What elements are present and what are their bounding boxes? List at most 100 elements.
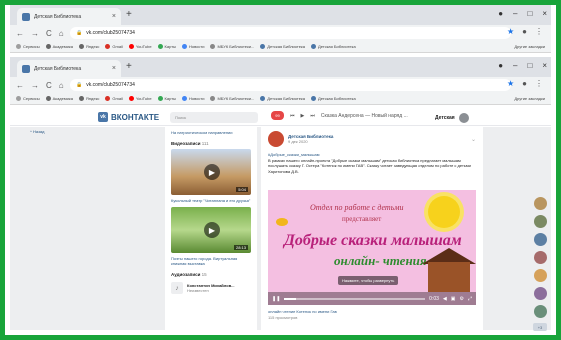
profile-icon[interactable]: ● <box>522 79 527 88</box>
video-thumbnail[interactable]: ▶ 5:04 <box>171 149 251 195</box>
notifications-icon[interactable]: 99 <box>271 111 284 120</box>
more-chats-badge[interactable]: +3 <box>533 323 547 331</box>
address-bar-row: ← → C ⌂ 🔒 vk.com/club25074734 ★ ● ⋮ <box>10 25 551 41</box>
bookmark-item[interactable]: Карты <box>157 44 176 50</box>
back-icon[interactable]: ← <box>16 29 24 38</box>
video-thumbnail[interactable]: ▶ 28:13 <box>171 207 251 253</box>
play-icon[interactable]: ▶ <box>204 222 220 238</box>
bookmark-item[interactable]: Яндекс <box>78 96 99 102</box>
bookmark-item[interactable]: Новости <box>181 96 204 102</box>
bookmark-item[interactable]: Сервисы <box>16 44 40 50</box>
browser-tab[interactable]: Детская Библиотека × <box>17 60 121 77</box>
vk-logo[interactable]: vk ВКОНТАКТЕ <box>98 112 159 122</box>
bookmark-item[interactable]: Детская Библиотека <box>310 44 356 50</box>
play-icon[interactable]: ▶ <box>301 113 305 119</box>
forward-icon[interactable]: → <box>31 29 39 38</box>
audio-item[interactable]: ♪ Константин Михайлов... Неизвестен <box>165 280 257 296</box>
video-title[interactable]: Кукольный театр "Читаплана и его друзья" <box>165 195 257 207</box>
user-menu[interactable]: Детская <box>435 113 469 123</box>
window-controls: ● – □ × <box>498 61 547 70</box>
other-bookmarks[interactable]: Другие закладки <box>514 44 545 49</box>
avatar[interactable] <box>533 197 547 210</box>
bookmark-item[interactable]: Академика <box>45 96 73 102</box>
avatar[interactable] <box>533 305 547 318</box>
bookmark-item[interactable]: Детская Библиотека <box>260 96 305 102</box>
avatar[interactable] <box>533 287 547 300</box>
bookmark-item[interactable]: YouTube <box>128 96 152 102</box>
bookmark-item[interactable]: Яндекс <box>78 44 99 50</box>
reload-icon[interactable]: C <box>46 29 52 38</box>
bookmarks-bar: Сервисы Академика Яндекс Gmail YouTube К… <box>10 93 551 105</box>
bookmark-item[interactable]: Новости <box>181 44 204 50</box>
hashtag[interactable]: #Добрые_сказки_малышам <box>268 152 319 157</box>
bookmark-item[interactable]: Академика <box>45 44 73 50</box>
minimize-icon[interactable]: – <box>513 9 517 18</box>
bookmark-item[interactable]: YouTube <box>128 44 152 50</box>
close-window-icon[interactable]: × <box>542 61 547 70</box>
prev-track-icon[interactable]: ⏮ <box>290 113 295 119</box>
post-video[interactable]: Отдел по работе с детьми представляет До… <box>268 190 476 305</box>
back-link[interactable]: ^ Назад <box>30 129 44 134</box>
new-tab-icon[interactable]: + <box>126 61 132 72</box>
home-icon[interactable]: ⌂ <box>59 81 64 90</box>
url-field[interactable]: 🔒 vk.com/club25074734 <box>70 27 511 39</box>
avatar[interactable] <box>533 233 547 246</box>
more-icon[interactable]: ⌄ <box>471 136 476 143</box>
vk-favicon-icon <box>22 64 30 73</box>
record-icon[interactable]: ● <box>498 61 503 70</box>
fullscreen-icon[interactable]: ⤢ <box>468 296 472 302</box>
avatar[interactable] <box>268 131 284 147</box>
browser-tab[interactable]: Детская Библиотека × <box>17 8 121 25</box>
bookmark-item[interactable]: МБУК Библиотеки... <box>210 44 254 50</box>
bookmarks-bar: Сервисы Академика Яндекс Gmail YouTube К… <box>10 41 551 53</box>
play-icon[interactable]: ▶ <box>204 164 220 180</box>
home-icon[interactable]: ⌂ <box>59 29 64 38</box>
videos-header[interactable]: Видеозаписи 111 <box>165 135 257 149</box>
maximize-icon[interactable]: □ <box>527 61 532 70</box>
new-tab-icon[interactable]: + <box>126 9 132 20</box>
pause-icon[interactable]: ❚❚ <box>272 296 280 302</box>
menu-icon[interactable]: ⋮ <box>535 27 543 36</box>
next-track-icon[interactable]: ⏭ <box>310 113 315 119</box>
reload-icon[interactable]: C <box>46 81 52 90</box>
star-icon[interactable]: ★ <box>507 79 514 88</box>
sidebar-top-text[interactable]: На патриотическом направлении <box>165 127 257 135</box>
pip-icon[interactable]: ▣ <box>451 296 456 302</box>
video-title[interactable]: Поэты нашего города. Виртуальная книжная… <box>165 253 257 266</box>
expand-hint[interactable]: Нажмите, чтобы развернуть <box>338 276 399 285</box>
url-field[interactable]: 🔒 vk.com/club25074734 <box>70 79 511 91</box>
menu-icon[interactable]: ⋮ <box>535 79 543 88</box>
close-window-icon[interactable]: × <box>542 9 547 18</box>
bookmark-item[interactable]: Gmail <box>105 44 123 50</box>
bookmark-item[interactable]: МБУК Библиотеки... <box>210 96 254 102</box>
close-tab-icon[interactable]: × <box>112 13 116 20</box>
avatar[interactable] <box>533 215 547 228</box>
video-progress-bar[interactable] <box>284 297 426 300</box>
maximize-icon[interactable]: □ <box>527 9 532 18</box>
avatar[interactable] <box>533 251 547 264</box>
other-bookmarks[interactable]: Другие закладки <box>514 96 545 101</box>
video-caption[interactable]: онлайн чтение Котенок по имени Гав <box>268 309 337 314</box>
player-track-title[interactable]: Сказка Андерсена — Новый наряд ... <box>321 113 408 119</box>
record-icon[interactable]: ● <box>498 9 503 18</box>
bookmark-item[interactable]: Сервисы <box>16 96 40 102</box>
star-icon[interactable]: ★ <box>507 27 514 36</box>
forward-icon[interactable]: → <box>31 81 39 90</box>
minimize-icon[interactable]: – <box>513 61 517 70</box>
avatar[interactable] <box>533 269 547 282</box>
music-note-icon: ♪ <box>171 282 183 294</box>
bookmark-item[interactable]: Карты <box>157 96 176 102</box>
bookmark-item[interactable]: Детская Библиотека <box>260 44 305 50</box>
bookmark-item[interactable]: Детская Библиотека <box>310 96 356 102</box>
settings-icon[interactable]: ⚙ <box>460 296 464 302</box>
vk-search-input[interactable]: Поиск <box>170 112 258 123</box>
profile-icon[interactable]: ● <box>522 27 527 36</box>
close-tab-icon[interactable]: × <box>112 65 116 72</box>
back-icon[interactable]: ← <box>16 81 24 90</box>
volume-icon[interactable]: ◀ <box>443 296 447 302</box>
screenshot-frame: Детская Библиотека × + ● – □ × ← → C ⌂ 🔒 vk.com/… <box>0 0 561 340</box>
post-date[interactable]: 9 дек 2020 <box>288 139 333 144</box>
bookmark-item[interactable]: Gmail <box>105 96 123 102</box>
vk-body: ^ Назад На патриотическом направлении Ви… <box>10 127 551 331</box>
audio-header[interactable]: Аудиозаписи 15 <box>165 266 257 280</box>
